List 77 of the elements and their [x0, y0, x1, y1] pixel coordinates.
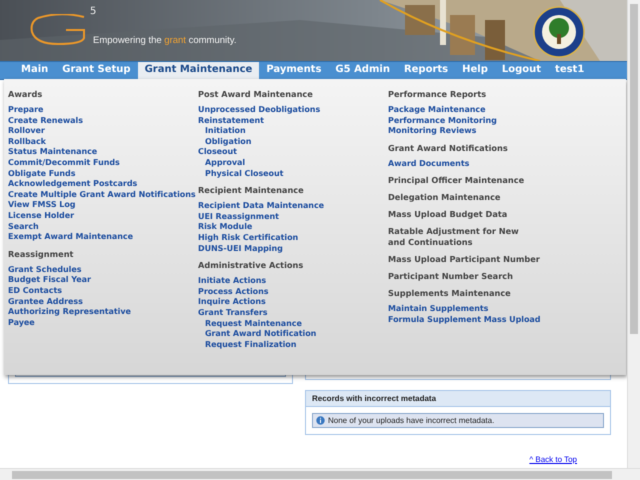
menu-link[interactable]: Grant Schedules	[8, 264, 198, 276]
menu-link[interactable]: Unprocessed Deobligations	[198, 105, 388, 116]
menu-link[interactable]: Exempt Award Maintenance	[8, 232, 198, 243]
menu-link[interactable]: Rollover	[8, 126, 198, 137]
menu-link[interactable]: Grant Transfers	[198, 308, 388, 318]
nav-tab[interactable]: Grant Maintenance	[138, 62, 260, 79]
menu-link[interactable]: Initiate Actions	[198, 276, 388, 287]
menu-link[interactable]: Risk Module	[198, 222, 388, 233]
menu-link[interactable]: Award Documents	[388, 158, 578, 170]
menu-heading: Post Award Maintenance	[198, 89, 314, 100]
menu-link[interactable]: Package Maintenance	[388, 105, 578, 116]
menu-link[interactable]: High Risk Certification	[198, 232, 388, 244]
menu-link[interactable]: DUNS-UEI Mapping	[198, 244, 388, 254]
menu-link[interactable]: Initiation	[205, 126, 388, 137]
logo-icon	[30, 14, 88, 46]
panel-title: Records with incorrect metadata	[306, 391, 610, 407]
menu-heading: Participant Number Search	[388, 271, 514, 282]
menu-heading: Mass Upload Budget Data	[388, 209, 508, 220]
menu-link[interactable]: Obligation	[205, 136, 388, 148]
menu-link[interactable]: UEI Reassignment	[198, 212, 388, 222]
menu-link[interactable]: Prepare	[8, 105, 198, 116]
menu-link[interactable]: Authorizing Representative	[8, 307, 198, 318]
nav-tab[interactable]: Reports	[396, 62, 456, 79]
menu-link[interactable]: Create Renewals	[8, 116, 198, 126]
vertical-scrollbar[interactable]	[627, 0, 640, 468]
menu-heading: Supplements Maintenance	[388, 288, 512, 300]
menu-link[interactable]: Rollback	[8, 136, 198, 148]
info-message: None of your uploads have incorrect metadata.	[328, 416, 494, 425]
menu-link[interactable]: Approval	[205, 158, 388, 169]
menu-heading: Recipient Maintenance	[198, 185, 305, 196]
menu-link[interactable]: ED Contacts	[8, 286, 198, 296]
menu-heading: Reassignment	[8, 248, 74, 260]
menu-link[interactable]: Process Actions	[198, 286, 388, 298]
menu-link[interactable]: Budget Fiscal Year	[8, 275, 198, 286]
menu-link[interactable]: Recipient Data Maintenance	[198, 201, 388, 212]
menu-heading: Delegation Maintenance	[388, 192, 502, 204]
nav-tab[interactable]: Logout	[494, 62, 548, 79]
menu-link[interactable]: Closeout	[198, 147, 388, 158]
menu-heading: Administrative Actions	[198, 260, 304, 272]
menu-link[interactable]: Inquire Actions	[198, 297, 388, 308]
menu-heading: Performance Reports	[388, 89, 488, 100]
menu-link[interactable]: Performance Monitoring	[388, 116, 578, 126]
seal-icon	[533, 6, 585, 58]
menu-heading: Mass Upload Participant Number	[388, 254, 541, 266]
menu-link[interactable]: Reinstatement	[198, 116, 388, 126]
menu-link[interactable]: Monitoring Reviews	[388, 126, 578, 137]
menu-link[interactable]: Payee	[8, 318, 198, 328]
menu-link[interactable]: Request Maintenance	[205, 318, 388, 330]
menu-link[interactable]: Physical Closeout	[205, 168, 388, 180]
back-to-top-link[interactable]: ^ Back to Top	[529, 455, 578, 464]
menu-link[interactable]: Acknowledgement Postcards	[8, 179, 198, 190]
logo-superscript: 5	[90, 6, 96, 17]
menu-heading: Awards	[8, 89, 44, 100]
menu-link[interactable]: View FMSS Log	[8, 200, 198, 211]
menu-link[interactable]: Create Multiple Grant Award Notifications	[8, 190, 198, 200]
tagline: Empowering the grant community.	[93, 35, 236, 46]
nav-tab[interactable]: Main	[14, 62, 56, 79]
menu-link[interactable]: Status Maintenance	[8, 147, 198, 158]
menu-link[interactable]: License Holder	[8, 210, 198, 222]
menu-link[interactable]: Request Finalization	[205, 340, 388, 350]
menu-link[interactable]: Grantee Address	[8, 296, 198, 308]
nav-tab[interactable]: Grant Setup	[55, 62, 138, 79]
nav-tab[interactable]: test1	[548, 62, 592, 79]
menu-link[interactable]: Search	[8, 222, 198, 232]
menu-link[interactable]: Formula Supplement Mass Upload	[388, 314, 578, 326]
menu-heading: Grant Award Notifications	[388, 142, 509, 154]
menu-link[interactable]: Obligate Funds	[8, 168, 198, 180]
menu-heading: Ratable Adjustment for New and Continuations	[388, 226, 520, 248]
menu-link[interactable]: Commit/Decommit Funds	[8, 158, 198, 169]
menu-link[interactable]: Grant Award Notification	[205, 329, 388, 340]
menu-heading: Principal Officer Maintenance	[388, 175, 526, 186]
info-icon	[316, 416, 325, 425]
nav-tab[interactable]: Help	[455, 62, 495, 79]
nav-tab[interactable]: Payments	[259, 62, 328, 79]
nav-tab[interactable]: G5 Admin	[328, 62, 397, 79]
menu-link[interactable]: Maintain Supplements	[388, 304, 578, 315]
horizontal-scrollbar[interactable]	[0, 468, 640, 480]
